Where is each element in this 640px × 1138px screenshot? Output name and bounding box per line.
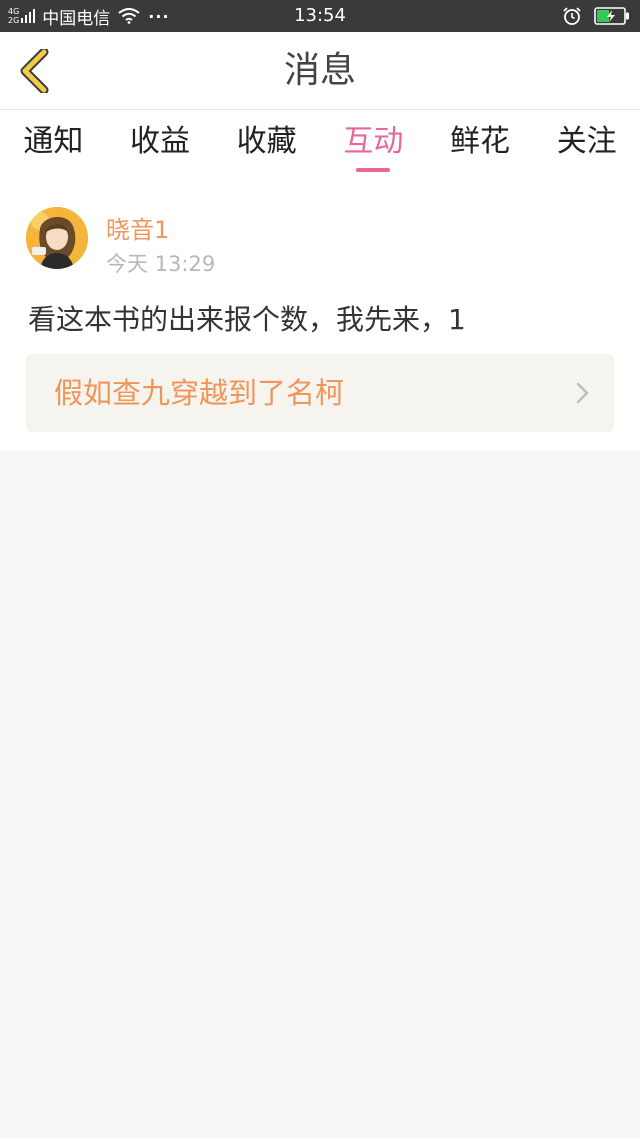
status-bar: 4G 2G 中国电信 ··· 13:54 <box>0 0 640 32</box>
tab-label: 互动 <box>343 124 404 159</box>
status-right <box>562 0 630 32</box>
message-text: 看这本书的出来报个数，我先来，1 <box>28 303 466 336</box>
tab-flowers[interactable]: 鲜花 <box>427 110 534 180</box>
tab-bar: 通知 收益 收藏 互动 鲜花 关注 <box>0 110 640 180</box>
avatar-image <box>26 207 88 269</box>
tab-label: 收益 <box>130 124 190 159</box>
tab-interactions[interactable]: 互动 <box>320 110 427 180</box>
status-time: 13:54 <box>294 5 346 26</box>
tab-notifications[interactable]: 通知 <box>0 110 107 180</box>
message-item: 晓音1 今天 13:29 看这本书的出来报个数，我先来，1 假如查九穿越到了名柯 <box>0 180 640 450</box>
tab-following[interactable]: 关注 <box>533 110 640 180</box>
battery-icon <box>594 7 630 25</box>
chevron-right-icon <box>576 382 589 404</box>
book-title: 假如查九穿越到了名柯 <box>54 376 345 410</box>
message-timestamp: 今天 13:29 <box>106 252 216 276</box>
tab-favorites[interactable]: 收藏 <box>213 110 320 180</box>
tab-label: 通知 <box>23 124 84 159</box>
tab-label: 鲜花 <box>450 124 511 159</box>
avatar[interactable] <box>26 207 88 269</box>
tab-label: 关注 <box>556 124 617 159</box>
book-link[interactable]: 假如查九穿越到了名柯 <box>26 354 614 432</box>
active-tab-indicator <box>356 168 391 172</box>
tab-earnings[interactable]: 收益 <box>107 110 214 180</box>
username-link[interactable]: 晓音1 <box>106 210 169 245</box>
nav-bar: 消息 <box>0 32 640 110</box>
tab-label: 收藏 <box>236 124 297 159</box>
alarm-icon <box>562 6 582 26</box>
page-title: 消息 <box>283 50 356 91</box>
